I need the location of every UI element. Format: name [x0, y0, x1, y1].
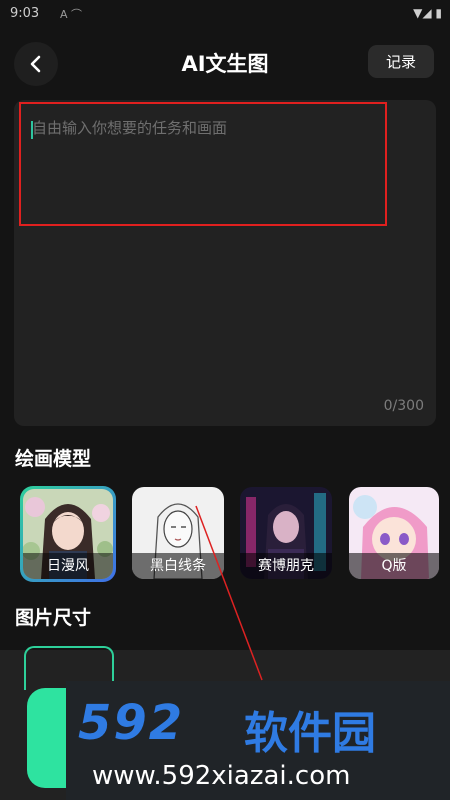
model-card-cyberpunk[interactable]: 赛博朋克: [240, 487, 332, 579]
character-counter: 0/300: [383, 398, 424, 414]
model-label-cyberpunk: 赛博朋克: [240, 553, 332, 579]
model-label-lineart: 黑白线条: [132, 553, 224, 579]
watermark-brand: 592: [78, 695, 185, 751]
size-heading: 图片尺寸: [15, 607, 92, 629]
signal-battery-icons: ▼◢ ▮: [413, 6, 442, 20]
model-label-anime: 日漫风: [23, 553, 113, 579]
watermark-banner: 592 软件园 www.592xiazai.com: [66, 681, 450, 800]
model-card-anime[interactable]: 日漫风: [23, 489, 113, 579]
models-heading: 绘画模型: [15, 448, 92, 470]
status-bar: 9:03 A ⌒ ▼◢ ▮: [0, 0, 450, 30]
record-button[interactable]: 记录: [368, 45, 434, 78]
model-card-chibi[interactable]: Q版: [349, 487, 439, 579]
model-card-lineart[interactable]: 黑白线条: [132, 487, 224, 579]
notification-icons: A ⌒: [60, 8, 83, 21]
watermark-brand-cn: 软件园: [244, 708, 376, 759]
annotation-highlight-box: [19, 102, 387, 226]
model-label-chibi: Q版: [349, 553, 439, 579]
watermark-url: www.592xiazai.com: [92, 761, 351, 791]
status-time: 9:03: [10, 6, 40, 21]
